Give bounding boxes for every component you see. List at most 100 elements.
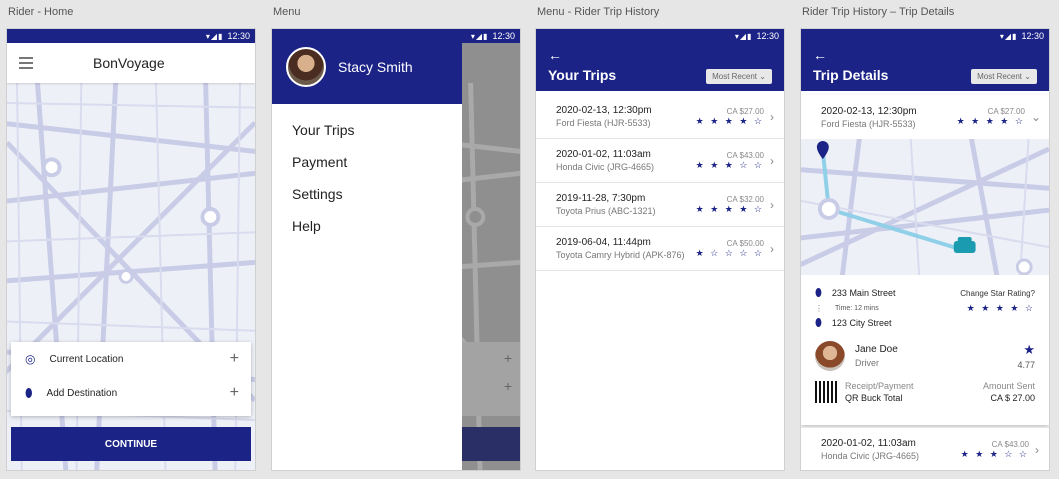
driver-avatar [815, 341, 845, 371]
label-home: Rider - Home [8, 6, 74, 18]
location-card: ◎ Current Location + ⬮ Add Destination + [11, 342, 251, 416]
status-time: 12:30 [1021, 31, 1044, 41]
expanded-trip-card: 2020-02-13, 12:30pm Ford Fiesta (HJR-553… [801, 95, 1049, 425]
chevron-right-icon: › [770, 241, 774, 256]
sort-dropdown[interactable]: Most Recent ⌄ [706, 69, 772, 84]
driver-role: Driver [855, 358, 879, 368]
trip-date: 2020-02-13, 12:30pm [556, 105, 652, 116]
chevron-down-icon[interactable]: ⌄ [1031, 110, 1041, 124]
status-time: 12:30 [227, 31, 250, 41]
home-screen: ▾◢▮ 12:30 BonVoyage ◎ Current Location +… [6, 28, 256, 471]
route-info: ⬮ 233 Main Street Change Star Rating? ⋮ … [815, 285, 1035, 403]
star-rating: ★ ☆ ☆ ☆ ☆ [695, 247, 764, 258]
trip-price: CA $43.00 [991, 439, 1029, 449]
app-title: BonVoyage [93, 55, 165, 71]
destination-pin-icon: ⬮ [815, 316, 822, 329]
location-pin-icon: ⬮ [25, 385, 33, 400]
menu-screen: ▾◢▮ 12:30 + + Stacy Smith Your Trips Pay… [271, 28, 521, 471]
trip-history-screen: ▾◢▮ 12:30 ← Your Trips Most Recent ⌄ 202… [535, 28, 785, 471]
status-bar: ▾◢▮ 12:30 [801, 29, 1049, 43]
driver-rating: 4.77 [1017, 360, 1035, 370]
menu-item-your-trips[interactable]: Your Trips [272, 114, 462, 146]
trip-car: Honda Civic (JRG-4665) [556, 162, 655, 172]
trip-duration: Time: 12 mins [835, 304, 879, 312]
trip-date: 2020-01-02, 11:03am [821, 438, 916, 449]
user-name: Stacy Smith [338, 58, 413, 75]
star-rating: ★ ★ ★ ★ ☆ [695, 115, 764, 126]
star-rating: ★ ★ ★ ★ ☆ [695, 203, 764, 214]
add-destination-plus-icon[interactable]: + [230, 384, 239, 402]
status-bar: ▾◢▮ 12:30 [7, 29, 255, 43]
trip-price: CA $43.00 [726, 150, 764, 160]
drawer-header: Stacy Smith [272, 29, 462, 104]
label-menu: Menu [273, 6, 301, 18]
qr-code-icon[interactable] [815, 381, 837, 403]
trip-price: CA $32.00 [726, 194, 764, 204]
origin-address: 233 Main Street [831, 288, 896, 298]
signal-icons: ▾◢▮ [734, 31, 753, 41]
trip-row[interactable]: 2019-11-28, 7:30pm Toyota Prius (ABC-132… [536, 183, 784, 227]
trip-row[interactable]: 2020-01-02, 11:03am Honda Civic (JRG-466… [801, 427, 1049, 470]
destination-address: 123 City Street [831, 318, 892, 328]
trip-row[interactable]: 2020-01-02, 11:03am Honda Civic (JRG-466… [536, 139, 784, 183]
add-destination-label: Add Destination [46, 387, 118, 399]
receipt-label: Receipt/Payment [845, 381, 914, 391]
dimmed-continue-button [452, 427, 520, 461]
label-details: Rider Trip History – Trip Details [802, 6, 955, 18]
page-title: Your Trips [548, 67, 617, 83]
trip-row[interactable]: 2020-02-13, 12:30pm Ford Fiesta (HJR-553… [536, 95, 784, 139]
trip-date: 2019-06-04, 11:44pm [556, 237, 651, 248]
menu-item-settings[interactable]: Settings [272, 178, 462, 210]
signal-icons: ▾◢▮ [470, 31, 489, 41]
chevron-right-icon: › [770, 109, 774, 124]
trip-date: 2019-11-28, 7:30pm [556, 193, 646, 204]
current-location-label: Current Location [49, 353, 124, 365]
origin-pin-icon: ⬮ [815, 286, 822, 299]
label-history: Menu - Rider Trip History [537, 6, 660, 18]
app-bar: BonVoyage [7, 43, 255, 83]
trip-summary-row[interactable]: 2020-02-13, 12:30pm Ford Fiesta (HJR-553… [801, 95, 1049, 139]
back-arrow-icon[interactable]: ← [813, 47, 827, 63]
dimmed-plus-1: + [503, 350, 512, 366]
status-time: 12:30 [492, 31, 515, 41]
amount-value: CA $ 27.00 [990, 393, 1035, 403]
chevron-right-icon: › [1035, 442, 1039, 457]
star-icon: ★ [1023, 342, 1035, 357]
trip-car: Ford Fiesta (HJR-5533) [556, 118, 651, 128]
chevron-right-icon: › [770, 197, 774, 212]
star-rating: ★ ★ ★ ☆ ☆ [960, 448, 1029, 459]
details-header: ← Trip Details Most Recent ⌄ [801, 43, 1049, 91]
sort-dropdown[interactable]: Most Recent ⌄ [971, 69, 1037, 84]
trip-date: 2020-01-02, 11:03am [556, 149, 651, 160]
trip-car: Ford Fiesta (HJR-5533) [821, 118, 916, 129]
status-bar: ▾◢▮ 12:30 [536, 29, 784, 43]
chevron-right-icon: › [770, 153, 774, 168]
receipt-value: QR Buck Total [845, 393, 903, 403]
back-arrow-icon[interactable]: ← [548, 47, 562, 63]
crosshair-icon: ◎ [25, 352, 36, 366]
trip-price: CA $50.00 [726, 238, 764, 248]
change-rating-stars[interactable]: ★ ★ ★ ★ ☆ [967, 303, 1035, 314]
route-map [801, 139, 1049, 275]
signal-icons: ▾◢▮ [205, 31, 224, 41]
amount-label: Amount Sent [982, 381, 1035, 391]
current-location-row[interactable]: ◎ Current Location + [11, 342, 251, 376]
trip-date: 2020-02-13, 12:30pm [821, 105, 917, 117]
menu-item-payment[interactable]: Payment [272, 146, 462, 178]
trip-row[interactable]: 2019-06-04, 11:44pm Toyota Camry Hybrid … [536, 227, 784, 271]
trip-car: Toyota Camry Hybrid (APK-876) [556, 250, 685, 260]
add-current-location-plus-icon[interactable]: + [230, 350, 239, 368]
continue-button[interactable]: CONTINUE [11, 427, 251, 461]
add-destination-row[interactable]: ⬮ Add Destination + [11, 376, 251, 410]
navigation-drawer: Stacy Smith Your Trips Payment Settings … [272, 29, 462, 470]
dimmed-location-card: + + [452, 342, 520, 416]
page-title: Trip Details [813, 67, 889, 83]
trip-details-screen: ▾◢▮ 12:30 ← Trip Details Most Recent ⌄ 2… [800, 28, 1050, 471]
hamburger-menu-icon[interactable] [19, 57, 33, 69]
history-header: ← Your Trips Most Recent ⌄ [536, 43, 784, 91]
star-rating: ★ ★ ★ ★ ☆ [956, 116, 1025, 126]
trip-list: 2020-02-13, 12:30pm Ford Fiesta (HJR-553… [536, 95, 784, 271]
menu-item-help[interactable]: Help [272, 210, 462, 242]
driver-name: Jane Doe [855, 344, 898, 355]
trip-car: Toyota Prius (ABC-1321) [556, 206, 656, 216]
